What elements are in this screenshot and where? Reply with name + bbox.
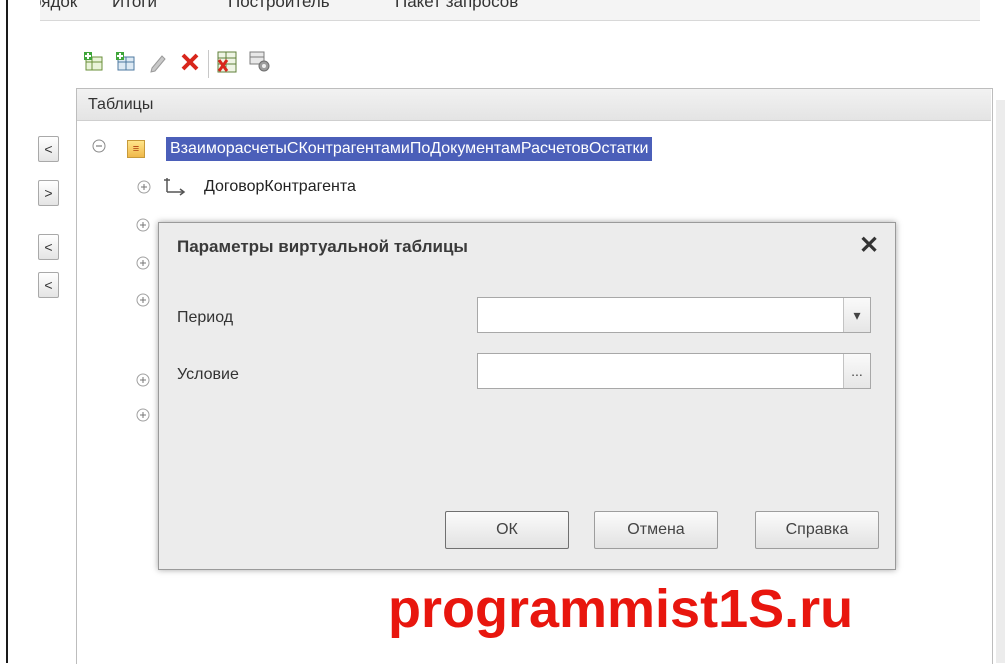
- collapse-icon[interactable]: [92, 139, 106, 158]
- condition-input[interactable]: [478, 354, 850, 386]
- tree-root-virtual-table[interactable]: ВзаиморасчетыСКонтрагентамиПоДокументамР…: [166, 137, 653, 161]
- side-button-3[interactable]: <: [38, 234, 59, 260]
- side-button-2[interactable]: >: [38, 180, 59, 206]
- period-field[interactable]: ▾: [477, 297, 871, 333]
- period-input[interactable]: [478, 298, 850, 330]
- condition-field[interactable]: ...: [477, 353, 871, 389]
- replace-table-icon[interactable]: [216, 50, 240, 74]
- query-tabs: рядок Итоги Построитель Пакет запросов: [40, 0, 980, 21]
- tab-order[interactable]: рядок: [40, 0, 77, 12]
- expand-icon[interactable]: [136, 373, 150, 392]
- reference-field-icon: [162, 176, 190, 201]
- tree-field-contract[interactable]: ДоговорКонтрагента: [204, 178, 356, 196]
- virtual-table-parameters-dialog: Параметры виртуальной таблицы ✕ Период ▾…: [158, 222, 896, 570]
- toolbar-separator: [208, 50, 209, 78]
- side-button-1[interactable]: <: [38, 136, 59, 162]
- right-scroll-area[interactable]: [996, 100, 1005, 663]
- ok-button[interactable]: ОК: [445, 511, 569, 549]
- tab-totals[interactable]: Итоги: [112, 0, 157, 12]
- watermark-text: programmist1S.ru: [388, 579, 854, 639]
- period-label: Период: [177, 309, 234, 326]
- virtual-table-settings-icon[interactable]: [248, 50, 272, 74]
- expand-icon[interactable]: [136, 256, 150, 275]
- expand-icon[interactable]: [136, 293, 150, 312]
- side-button-4[interactable]: <: [38, 272, 59, 298]
- tables-panel-header: [77, 89, 991, 121]
- dialog-title: Параметры виртуальной таблицы: [177, 237, 468, 256]
- edit-pencil-icon[interactable]: [146, 50, 170, 74]
- expand-icon[interactable]: [136, 218, 150, 237]
- expand-icon[interactable]: [137, 180, 151, 199]
- close-icon[interactable]: ✕: [859, 231, 879, 260]
- tab-builder[interactable]: Построитель: [228, 0, 330, 12]
- chevron-down-icon[interactable]: ▾: [843, 298, 870, 332]
- add-nested-table-icon[interactable]: [114, 50, 138, 74]
- tab-query-batch[interactable]: Пакет запросов: [395, 0, 518, 12]
- virtual-table-icon: ≡: [127, 140, 145, 158]
- left-border-line: [6, 0, 8, 663]
- tables-panel-title: Таблицы: [88, 96, 154, 113]
- add-table-icon[interactable]: [82, 50, 106, 74]
- tables-toolbar: [80, 50, 380, 84]
- expand-icon[interactable]: [136, 408, 150, 427]
- ellipsis-icon[interactable]: ...: [843, 354, 870, 388]
- help-button[interactable]: Справка: [755, 511, 879, 549]
- delete-x-icon[interactable]: [178, 50, 202, 74]
- cancel-button[interactable]: Отмена: [594, 511, 718, 549]
- condition-label: Условие: [177, 366, 239, 383]
